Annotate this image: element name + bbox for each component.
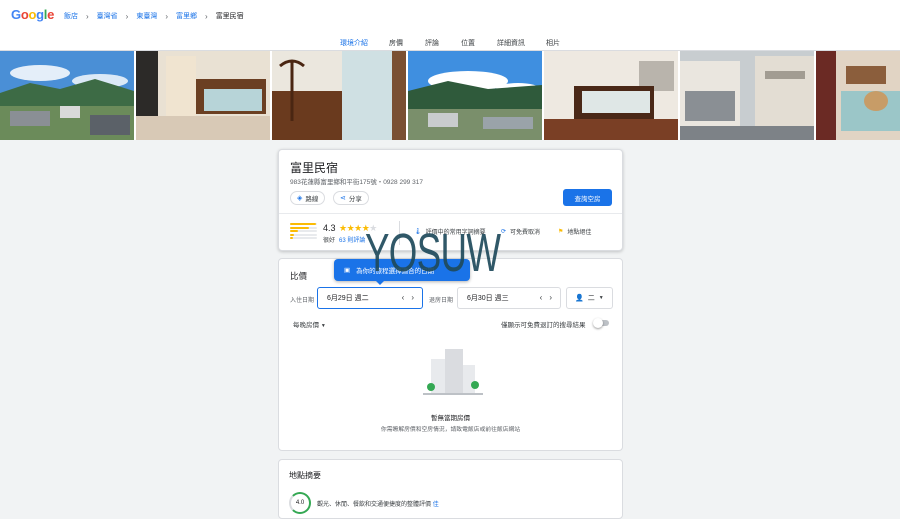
feature-free-cancel: ⟳ 可免費取消 bbox=[501, 227, 540, 236]
tab-location[interactable]: 位置 bbox=[461, 38, 475, 48]
feature-label: 地點絕佳 bbox=[567, 230, 592, 236]
directions-icon: ◈ bbox=[297, 195, 303, 202]
location-score: 4.0 bbox=[289, 492, 311, 514]
price-mode-label: 每晚房價 bbox=[293, 322, 319, 329]
reviews-link[interactable]: 63 則評論 bbox=[339, 235, 365, 244]
photo-landscape-1[interactable] bbox=[0, 51, 134, 140]
route-label: 路線 bbox=[305, 196, 319, 203]
breadcrumb-east-taiwan[interactable]: 東臺灣 bbox=[136, 11, 157, 21]
section-title: 比價 bbox=[290, 271, 308, 281]
location-link[interactable]: 佳 bbox=[433, 502, 439, 508]
breadcrumb: 飯店 › 臺灣省 › 東臺灣 › 富里鄉 › 富里民宿 bbox=[64, 11, 244, 21]
breadcrumb-fuli[interactable]: 富里鄉 bbox=[176, 11, 197, 21]
top-bar: Google 飯店 › 臺灣省 › 東臺灣 › 富里鄉 › 富里民宿 bbox=[0, 0, 900, 34]
share-label: 分享 bbox=[348, 196, 362, 203]
share-button[interactable]: ⋖ 分享 bbox=[333, 191, 369, 205]
empty-buildings-illustration bbox=[423, 349, 483, 395]
feature-label: 可免費取消 bbox=[510, 230, 541, 236]
person-icon: 👤 bbox=[575, 295, 584, 302]
share-icon: ⋖ bbox=[340, 195, 346, 202]
checkout-date-field[interactable]: 6月30日 週三 ‹ › bbox=[457, 287, 561, 309]
flag-icon: ⚑ bbox=[558, 229, 564, 235]
chevron-right-icon: › bbox=[165, 11, 169, 21]
tab-bar: 環境介紹 房價 評論 位置 詳細資訊 相片 bbox=[0, 34, 900, 53]
breadcrumb-taiwan[interactable]: 臺灣省 bbox=[97, 11, 118, 21]
rating-score: 4.3 bbox=[323, 223, 336, 233]
checkout-value: 6月30日 週三 bbox=[467, 295, 509, 302]
hotel-name: 富里民宿 bbox=[290, 161, 339, 175]
free-cancel-label: 僅顯示可免費退訂的搜尋結果 bbox=[501, 322, 586, 329]
chevron-right-icon: › bbox=[86, 11, 89, 21]
photo-landscape-2[interactable] bbox=[408, 51, 542, 140]
checkin-value: 6月29日 週二 bbox=[327, 295, 369, 302]
photo-bathroom[interactable] bbox=[272, 51, 406, 140]
chevron-right-icon: › bbox=[125, 11, 129, 21]
dropdown-arrow-icon: ▼ bbox=[320, 323, 326, 329]
checkin-label: 入住日期 bbox=[290, 298, 315, 304]
chevron-right-icon[interactable]: › bbox=[549, 293, 552, 302]
location-summary-card: 地點摘要 4.0 觀光、休閒、餐飲和交通便捷度的整體評價 佳 bbox=[278, 459, 623, 519]
route-button[interactable]: ◈ 路線 bbox=[290, 191, 326, 205]
photo-street[interactable] bbox=[680, 51, 814, 140]
checkout-label: 退房日期 bbox=[429, 298, 454, 304]
photo-bedroom-2[interactable] bbox=[544, 51, 678, 140]
hotel-address: 983花蓮縣富里鄉和平街175號・0928 299 317 bbox=[290, 179, 423, 186]
chevron-right-icon: › bbox=[205, 11, 208, 21]
price-compare-card: 比價 ▣ 為你的旅程選擇適合的日期 入住日期 6月29日 週二 ‹ › 退房日期 … bbox=[278, 258, 623, 451]
no-prices-subtitle: 你需瞭解房價和空房情況，請致電飯店或前往飯店網站 bbox=[380, 427, 521, 433]
price-mode-dropdown[interactable]: 每晚房價 ▼ bbox=[293, 319, 326, 329]
google-logo[interactable]: Google bbox=[11, 7, 54, 22]
chevron-left-icon[interactable]: ‹ bbox=[402, 293, 405, 302]
guests-selector[interactable]: 👤 二 ▼ bbox=[566, 287, 613, 309]
free-cancel-toggle[interactable] bbox=[593, 318, 609, 328]
photo-bedroom-3[interactable] bbox=[816, 51, 900, 140]
tab-overview[interactable]: 環境介紹 bbox=[340, 38, 368, 53]
location-text: 觀光、休閒、餐飲和交通便捷度的整體評價 佳 bbox=[317, 499, 439, 508]
breadcrumb-hotels[interactable]: 飯店 bbox=[64, 11, 78, 21]
dropdown-arrow-icon: ▼ bbox=[598, 295, 604, 301]
rating-word: 很好 bbox=[323, 238, 336, 244]
rating-distribution bbox=[290, 223, 317, 241]
checkin-date-field[interactable]: 6月29日 週二 ‹ › bbox=[317, 287, 423, 309]
photo-strip bbox=[0, 51, 900, 140]
tab-photos[interactable]: 相片 bbox=[546, 38, 560, 48]
location-title: 地點摘要 bbox=[289, 471, 321, 480]
tab-prices[interactable]: 房價 bbox=[389, 38, 403, 48]
watermark-text: YOSUW bbox=[365, 223, 501, 283]
check-availability-button[interactable]: 查詢空房 bbox=[563, 189, 612, 206]
tab-details[interactable]: 詳細資訊 bbox=[497, 38, 525, 48]
no-prices-title: 暫無當期房價 bbox=[431, 415, 470, 422]
guests-value: 二 bbox=[587, 295, 595, 302]
chevron-right-icon[interactable]: › bbox=[411, 293, 414, 302]
divider bbox=[279, 213, 622, 214]
photo-bedroom-1[interactable] bbox=[136, 51, 270, 140]
calendar-icon: ▣ bbox=[344, 267, 351, 274]
chevron-left-icon[interactable]: ‹ bbox=[540, 293, 543, 302]
location-desc: 觀光、休閒、餐飲和交通便捷度的整體評價 bbox=[317, 502, 432, 508]
tab-reviews[interactable]: 評論 bbox=[425, 38, 439, 48]
refresh-icon: ⟳ bbox=[501, 229, 507, 235]
feature-great-location: ⚑ 地點絕佳 bbox=[558, 227, 591, 236]
breadcrumb-current: 富里民宿 bbox=[215, 13, 244, 20]
